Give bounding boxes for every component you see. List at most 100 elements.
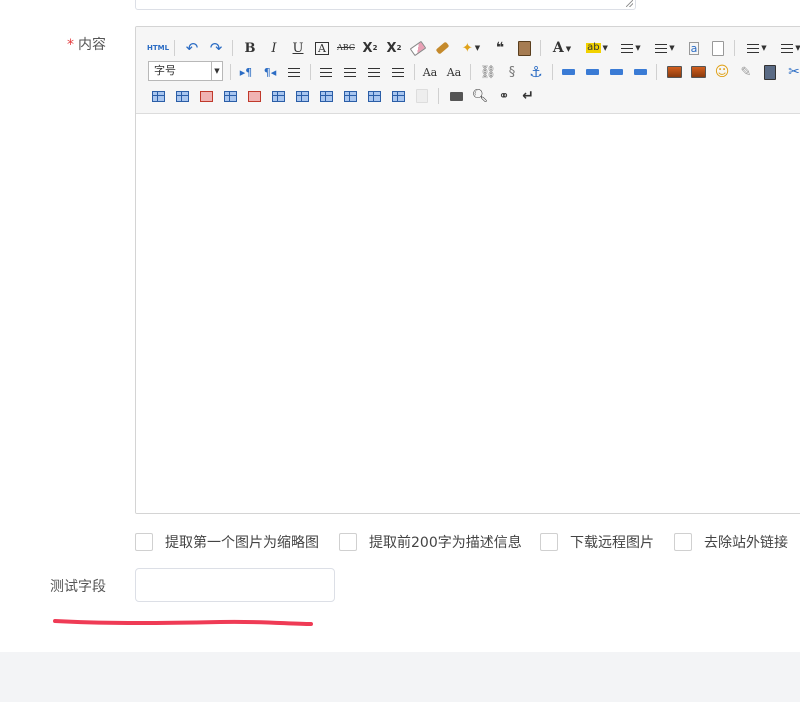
unordered-list-icon[interactable]: ▼: [650, 38, 680, 58]
toolbar-row-1: HTML ↶ ↷ B I U A ABC X2 X2 ✦ ▼ ❝ A ▼ ab ▼ ▼…: [136, 36, 800, 60]
merge-right-icon[interactable]: [292, 86, 312, 106]
bold-button[interactable]: B: [240, 38, 260, 58]
undo-icon[interactable]: ↶: [182, 38, 202, 58]
italic-button[interactable]: I: [264, 38, 284, 58]
line-break-icon[interactable]: ↵: [518, 86, 538, 106]
fontsize-select[interactable]: 字号 ▼: [148, 61, 223, 81]
superscript-button[interactable]: X2: [360, 38, 380, 58]
image-center-icon[interactable]: [630, 62, 650, 82]
toolbar-divider: [230, 64, 231, 80]
required-mark: *: [67, 37, 74, 53]
emotion-icon[interactable]: ☺: [712, 62, 732, 82]
subscript-button[interactable]: X2: [384, 38, 404, 58]
paste-plain-icon[interactable]: [514, 38, 534, 58]
html-source-button[interactable]: HTML: [147, 38, 169, 58]
align-center-icon[interactable]: [340, 62, 360, 82]
unlink-icon[interactable]: §: [502, 62, 522, 82]
resize-grip-icon[interactable]: [626, 0, 633, 7]
toolbar-divider: [540, 40, 541, 56]
lowercase-button[interactable]: Aa: [444, 62, 464, 82]
insert-image-icon[interactable]: [664, 62, 684, 82]
image-none-icon[interactable]: [558, 62, 578, 82]
rowspacing-icon[interactable]: ▼: [742, 38, 772, 58]
option-download-remote[interactable]: 下载远程图片: [540, 532, 654, 552]
blockquote-icon[interactable]: ❝: [490, 38, 510, 58]
paragraph-format-icon[interactable]: ▼: [776, 38, 800, 58]
toolbar-divider: [438, 88, 439, 104]
option-remove-external-links[interactable]: 去除站外链接: [674, 532, 788, 552]
split-cols-icon[interactable]: [388, 86, 408, 106]
subscript-mark: 2: [396, 43, 402, 52]
toolbar-divider: [174, 40, 175, 56]
delete-row-icon[interactable]: [196, 86, 216, 106]
font-color-button[interactable]: A ▼: [548, 38, 576, 58]
insert-table-icon[interactable]: [148, 86, 168, 106]
multi-image-icon[interactable]: [688, 62, 708, 82]
option-label: 提取前200字为描述信息: [369, 535, 522, 551]
insert-video-icon[interactable]: [760, 62, 780, 82]
attachment-icon[interactable]: ✂: [784, 62, 800, 82]
link-icon[interactable]: ⛓: [478, 62, 498, 82]
toolbar-divider: [656, 64, 657, 80]
underline-button[interactable]: U: [288, 38, 308, 58]
indent-icon[interactable]: [284, 62, 304, 82]
test-field-input[interactable]: [135, 568, 335, 602]
content-label-text: 内容: [78, 37, 106, 53]
option-thumbnail[interactable]: 提取第一个图片为缩略图: [135, 532, 319, 552]
rich-text-editor[interactable]: HTML ↶ ↷ B I U A ABC X2 X2 ✦ ▼ ❝ A ▼ ab ▼ ▼…: [135, 26, 800, 514]
direction-rtl-button[interactable]: ¶◂: [260, 62, 280, 82]
direction-ltr-button[interactable]: ▸¶: [236, 62, 256, 82]
split-cells-icon[interactable]: [340, 86, 360, 106]
toolbar-divider: [310, 64, 311, 80]
image-right-icon[interactable]: [606, 62, 626, 82]
toolbar-divider: [734, 40, 735, 56]
toolbar-divider: [470, 64, 471, 80]
option-label: 去除站外链接: [704, 535, 788, 551]
select-all-icon[interactable]: a: [684, 38, 704, 58]
eraser-icon[interactable]: [408, 38, 428, 58]
align-right-icon[interactable]: [364, 62, 384, 82]
checkbox[interactable]: [135, 533, 153, 551]
option-description[interactable]: 提取前200字为描述信息: [339, 532, 522, 552]
clear-doc-icon[interactable]: [708, 38, 728, 58]
checkbox[interactable]: [540, 533, 558, 551]
align-justify-icon[interactable]: [388, 62, 408, 82]
align-left-icon[interactable]: [316, 62, 336, 82]
font-border-glyph: A: [315, 41, 329, 55]
merge-down-icon[interactable]: [316, 86, 336, 106]
toolbar-divider: [414, 64, 415, 80]
ordered-list-icon[interactable]: ▼: [616, 38, 646, 58]
annotation-underline: [53, 619, 313, 626]
uppercase-button[interactable]: Aa: [420, 62, 440, 82]
table-properties-icon[interactable]: [412, 86, 432, 106]
checkbox[interactable]: [339, 533, 357, 551]
content-label: * 内容: [60, 34, 106, 54]
editor-content-area[interactable]: [136, 114, 800, 513]
footer-band: [0, 652, 800, 702]
insert-col-icon[interactable]: [220, 86, 240, 106]
chevron-down-icon: ▼: [211, 62, 222, 80]
preview-icon[interactable]: 🔍︎: [470, 86, 490, 106]
anchor-icon[interactable]: ⚓: [526, 62, 546, 82]
option-label: 提取第一个图片为缩略图: [165, 535, 319, 551]
checkbox[interactable]: [674, 533, 692, 551]
image-left-icon[interactable]: [582, 62, 602, 82]
scrawl-icon[interactable]: ✎: [736, 62, 756, 82]
toolbar-divider: [552, 64, 553, 80]
font-color-glyph: A: [552, 40, 564, 56]
print-icon[interactable]: [446, 86, 466, 106]
test-field-label: 测试字段: [50, 579, 106, 595]
toolbar-divider: [232, 40, 233, 56]
summary-textarea[interactable]: [135, 0, 636, 10]
insert-row-icon[interactable]: [172, 86, 192, 106]
autotypeset-icon[interactable]: ✦ ▼: [456, 38, 486, 58]
backcolor-button[interactable]: ab ▼: [582, 38, 612, 58]
redo-icon[interactable]: ↷: [206, 38, 226, 58]
delete-col-icon[interactable]: [244, 86, 264, 106]
search-replace-icon[interactable]: ⚭: [494, 86, 514, 106]
strikethrough-button[interactable]: ABC: [336, 38, 356, 58]
font-border-button[interactable]: A: [312, 38, 332, 58]
merge-cells-icon[interactable]: [268, 86, 288, 106]
format-brush-icon[interactable]: [432, 38, 452, 58]
split-rows-icon[interactable]: [364, 86, 384, 106]
